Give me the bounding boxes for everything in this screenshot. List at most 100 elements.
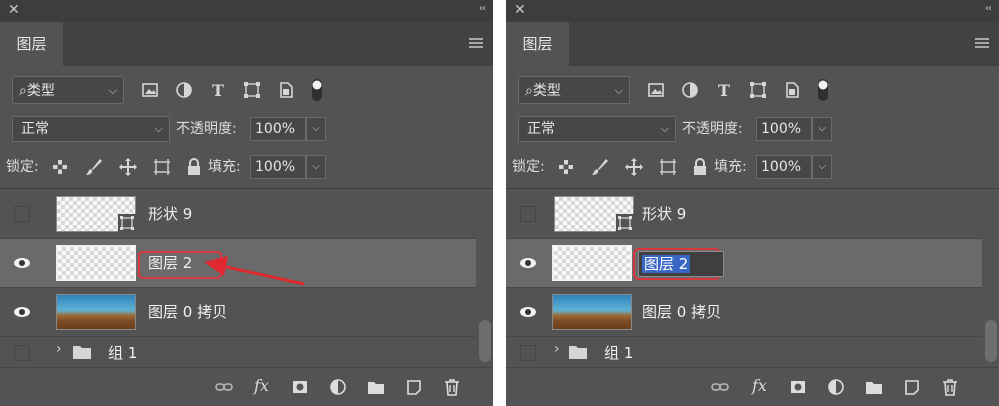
layer-mask-icon[interactable] <box>290 377 310 397</box>
layers-panel-right: ✕ ‹‹ 图层 ⌕类型 ⌵ T 正常 ⌵ 不透明度: 100% ⌵ 锁定: 填充… <box>506 0 999 406</box>
lock-position-icon[interactable] <box>118 157 138 177</box>
link-layers-icon[interactable] <box>710 377 730 397</box>
adjustment-layer-icon[interactable] <box>826 377 846 397</box>
opacity-dropdown[interactable]: ⌵ <box>306 117 326 141</box>
layer-row-selected[interactable]: 图层 2 <box>506 239 982 288</box>
visibility-toggle-off[interactable] <box>14 345 30 361</box>
shape-filter-icon[interactable] <box>748 80 768 100</box>
opacity-label: 不透明度: <box>682 121 743 137</box>
fx-button[interactable]: fx <box>254 376 269 395</box>
lock-image-pixels-icon[interactable] <box>84 157 104 177</box>
lock-artboard-icon[interactable] <box>658 157 678 177</box>
eye-icon[interactable] <box>518 303 538 321</box>
smart-object-filter-icon[interactable] <box>276 80 296 100</box>
layer-row[interactable]: 形状 9 <box>506 190 982 239</box>
new-group-icon[interactable] <box>366 377 386 397</box>
adjustment-filter-icon[interactable] <box>680 80 700 100</box>
eye-icon[interactable] <box>518 254 538 272</box>
trash-icon[interactable] <box>442 377 462 397</box>
lock-transparent-pixels-icon[interactable] <box>50 157 70 177</box>
fill-label: 填充: <box>714 159 747 175</box>
fill-input[interactable]: 100% <box>756 155 812 179</box>
group-row[interactable]: › 组 1 <box>0 337 476 368</box>
fill-dropdown[interactable]: ⌵ <box>306 155 326 179</box>
chevron-down-icon: ⌵ <box>614 84 623 97</box>
type-filter-icon[interactable]: T <box>714 80 734 100</box>
lock-all-icon[interactable] <box>690 157 710 177</box>
shape-filter-icon[interactable] <box>242 80 262 100</box>
layer-name: 形状 9 <box>148 205 193 223</box>
adjustment-layer-icon[interactable] <box>328 377 348 397</box>
new-layer-icon[interactable] <box>404 377 424 397</box>
blend-mode-select[interactable]: 正常 ⌵ <box>518 116 676 142</box>
panel-menu-icon[interactable] <box>469 38 483 48</box>
lock-image-pixels-icon[interactable] <box>590 157 610 177</box>
lock-transparent-pixels-icon[interactable] <box>556 157 576 177</box>
eye-icon[interactable] <box>12 254 32 272</box>
collapse-icon[interactable]: ‹‹ <box>479 3 486 14</box>
blend-mode-value: 正常 <box>527 121 555 137</box>
visibility-toggle-off[interactable] <box>14 206 30 222</box>
scrollbar[interactable] <box>985 190 997 368</box>
divider <box>506 188 999 189</box>
layer-row[interactable]: 图层 0 拷贝 <box>0 288 476 337</box>
filter-toggle-icon[interactable] <box>310 78 324 102</box>
collapse-icon[interactable]: ‹‹ <box>985 3 992 14</box>
link-layers-icon[interactable] <box>214 377 234 397</box>
svg-text:T: T <box>212 81 224 100</box>
blend-mode-select[interactable]: 正常 ⌵ <box>12 116 170 142</box>
pixel-filter-icon[interactable] <box>140 80 160 100</box>
tab-row: 图层 <box>0 22 493 66</box>
close-icon[interactable]: ✕ <box>514 2 526 18</box>
scrollbar[interactable] <box>479 190 491 368</box>
adjustment-filter-icon[interactable] <box>174 80 194 100</box>
eye-icon[interactable] <box>12 303 32 321</box>
filter-kind-label: 类型 <box>532 83 561 99</box>
new-group-icon[interactable] <box>864 377 884 397</box>
tab-layers[interactable]: 图层 <box>506 22 569 66</box>
filter-toggle-icon[interactable] <box>816 78 830 102</box>
layer-rename-input[interactable]: 图层 2 <box>638 251 724 277</box>
layer-mask-icon[interactable] <box>788 377 808 397</box>
layer-row[interactable]: 形状 9 <box>0 190 476 239</box>
layer-row[interactable]: 图层 0 拷贝 <box>506 288 982 337</box>
panel-menu-icon[interactable] <box>975 38 989 48</box>
opacity-input[interactable]: 100% <box>756 117 812 141</box>
opacity-dropdown[interactable]: ⌵ <box>812 117 832 141</box>
lock-position-icon[interactable] <box>624 157 644 177</box>
opacity-input[interactable]: 100% <box>250 117 306 141</box>
smart-object-filter-icon[interactable] <box>782 80 802 100</box>
opacity-label: 不透明度: <box>176 121 237 137</box>
fill-dropdown[interactable]: ⌵ <box>812 155 832 179</box>
panel-title-bar: ✕ ‹‹ <box>506 0 999 22</box>
group-row[interactable]: › 组 1 <box>506 337 982 368</box>
scroll-thumb[interactable] <box>985 320 997 362</box>
lock-all-icon[interactable] <box>184 157 204 177</box>
expand-arrow-icon[interactable]: › <box>56 341 62 357</box>
shape-layer-badge-icon <box>616 214 634 232</box>
lock-artboard-icon[interactable] <box>152 157 172 177</box>
tab-layers[interactable]: 图层 <box>0 22 63 66</box>
new-layer-icon[interactable] <box>902 377 922 397</box>
search-icon: ⌕ <box>525 83 533 99</box>
scroll-thumb[interactable] <box>479 320 491 362</box>
blend-mode-value: 正常 <box>21 121 49 137</box>
visibility-toggle-off[interactable] <box>520 206 536 222</box>
fill-label: 填充: <box>208 159 241 175</box>
pixel-filter-icon[interactable] <box>646 80 666 100</box>
type-filter-icon[interactable]: T <box>208 80 228 100</box>
filter-kind-select[interactable]: ⌕类型 ⌵ <box>12 76 124 104</box>
folder-icon <box>73 346 91 359</box>
bottom-toolbar: fx <box>506 367 999 406</box>
close-icon[interactable]: ✕ <box>8 2 20 18</box>
visibility-toggle-off[interactable] <box>520 345 536 361</box>
group-name: 组 1 <box>108 344 138 362</box>
filter-kind-select[interactable]: ⌕类型 ⌵ <box>518 76 630 104</box>
fill-input[interactable]: 100% <box>250 155 306 179</box>
layer-name: 形状 9 <box>642 205 687 223</box>
layer-list: 形状 9 图层 2 图层 0 拷贝 › 组 1 <box>506 190 982 368</box>
layer-thumbnail-photo <box>552 294 632 330</box>
fx-button[interactable]: fx <box>752 376 767 395</box>
expand-arrow-icon[interactable]: › <box>554 341 560 357</box>
trash-icon[interactable] <box>940 377 960 397</box>
